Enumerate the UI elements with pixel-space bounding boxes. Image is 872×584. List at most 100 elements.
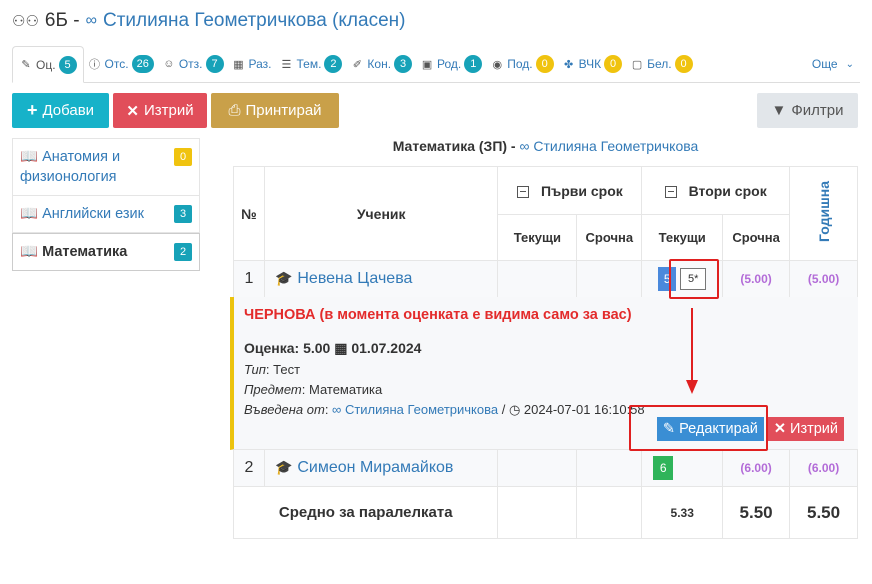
term2-current-cell: 6 [641,449,724,487]
grade-badge[interactable]: 6 [653,456,674,480]
tab-label: ВЧК [578,57,602,71]
delete-grade-button[interactable]: ✕ Изтрий [767,417,844,441]
subject-value: : Математика [301,382,383,397]
student-cell: 🎓 Невена Цачева [263,260,499,298]
tab-vchk[interactable]: ✤ ВЧК 0 [558,46,626,82]
class-teacher-link[interactable]: Стилияна Геометричкова (класен) [103,10,406,32]
calendar-icon: ▦ [334,340,348,356]
subject-badge: 0 [174,148,192,166]
term1-header[interactable]: Първи срок [497,166,643,215]
tab-label: Под. [507,57,533,71]
tab-badge: 7 [205,55,224,73]
tab-support[interactable]: ◉ Под. 0 [486,46,557,82]
tab-feedback[interactable]: ☺ Отз. 7 [158,46,228,82]
glasses-icon: ∞ [519,138,530,154]
student-icon: 🎓 [274,270,293,286]
avg-term1-term [576,486,643,539]
term1-term-header: Срочна [576,214,643,261]
more-label: Още [811,57,838,71]
term1-current-cell [497,260,578,298]
col-number-header: № [233,166,265,261]
page-title: ⚇⚇ 6Б - ∞ Стилияна Геометричкова (класен… [12,10,405,32]
close-icon: ✕ [773,421,787,437]
subject-item-anatomy[interactable]: 📖 Анатомия и физионология 0 [12,138,200,196]
term2-header[interactable]: Втори срок [641,166,791,215]
tab-label: Бел. [647,57,672,71]
class-name: 6Б - [44,10,80,31]
draft-subject-line: Предмет: Математика [244,382,848,397]
handshake-icon: ✤ [564,58,574,71]
tab-label: Кон. [367,57,392,71]
chevron-down-icon: ⌄ [845,58,854,70]
table-icon: ▦ [233,58,244,71]
student-cell: 🎓 Симеон Мирамайков [263,449,499,487]
tab-label: Отз. [178,57,203,71]
grade-date: 01.07.2024 [351,340,422,356]
add-button[interactable]: + Добави [12,93,109,128]
avg-annual: 5.50 [789,486,858,539]
add-button-label: Добави [42,102,95,119]
row-number: 1 [233,260,265,298]
table-row: 2 🎓 Симеон Мирамайков 6 (6.00) (6.00) [233,449,858,487]
subject-label: 📖 Анатомия и физионология [20,149,121,185]
annual-cell: (5.00) [789,260,858,298]
tab-grades[interactable]: ✎ Оц. 5 [12,46,84,83]
tab-label: Тем. [296,57,322,71]
calendar-icon: ▣ [421,58,433,71]
subject-label: Предмет [244,382,302,397]
average-row: Средно за паралелката 5.33 5.50 5.50 [232,486,858,539]
average-label: Средно за паралелката [232,486,499,539]
student-name-link[interactable]: Симеон Мирамайков [297,459,453,476]
delete-button-label: Изтрий [790,421,838,437]
delete-button[interactable]: ✕ Изтрий [113,93,207,128]
print-button-label: Принтирай [245,102,322,119]
book-icon: 📖 [20,206,39,222]
term2-term-cell: (5.00) [722,260,791,298]
print-button[interactable]: ⎙ Принтирай [211,93,339,128]
grades-teacher-link[interactable]: Стилияна Геометричкова [533,138,698,154]
collapse-icon[interactable] [664,185,677,198]
tab-parents[interactable]: ▣ Род. 1 [416,46,486,82]
tab-badge: 1 [464,55,483,73]
annual-label: Годишна [815,181,832,243]
tab-tests[interactable]: ✐ Кон. 3 [346,46,416,82]
tab-topics[interactable]: ☰ Тем. 2 [275,46,346,82]
info-circle-icon: ⓘ [89,59,101,71]
tab-schedule[interactable]: ▦ Раз. [228,46,276,82]
tab-badge: 0 [535,55,554,73]
table-row: 1 🎓 Невена Цачева 5 5* (5.00) (5.00) [233,260,858,298]
student-name-link[interactable]: Невена Цачева [297,270,412,287]
type-value: : Тест [265,362,301,377]
tab-notes[interactable]: ▢ Бел. 0 [626,46,697,82]
users-icon: ☺ [163,58,175,70]
more-dropdown[interactable]: Още ⌄ [812,46,854,82]
entered-by-link[interactable]: Стилияна Геометричкова [345,402,498,417]
draft-warning: ЧЕРНОВА (в момента оценката е видима сам… [244,307,632,323]
term1-term-cell [576,260,643,298]
annual-header: Годишна [789,166,858,261]
glasses-icon: ∞ [85,12,97,29]
tab-absences[interactable]: ⓘ Отс. 26 [84,46,158,82]
close-icon: ✕ [126,102,139,120]
grade-label: Оценка: [244,340,300,356]
filters-button[interactable]: ▼ Филтри [757,93,858,128]
grades-subject: Математика (ЗП) - [392,138,516,154]
collapse-icon[interactable] [516,185,529,198]
term2-term-cell: (6.00) [722,449,791,487]
entered-label: Въведена от [244,402,325,417]
tab-badge: 26 [131,55,154,73]
term1-term-cell [576,449,643,487]
avg-term2-current: 5.33 [641,486,724,539]
filters-button-label: Филтри [791,102,844,119]
delete-button-label: Изтрий [143,102,194,119]
pencil-icon: ✎ [21,59,31,71]
tab-label: Род. [437,57,462,71]
draft-grade-line: Оценка: 5.00 ▦ 01.07.2024 [244,340,848,357]
subject-item-math[interactable]: 📖 Математика 2 [12,233,200,271]
tab-bar: ✎ Оц. 5 ⓘ Отс. 26 ☺ Отз. 7 ▦ Раз. ☰ Тем.… [12,46,860,83]
term1-current-cell [497,449,578,487]
entered-at: 2024-07-01 16:10:58 [523,402,645,417]
tab-badge: 5 [58,55,77,74]
note-icon: ▢ [631,58,643,71]
subject-item-english[interactable]: 📖 Английски език 3 [12,196,200,233]
